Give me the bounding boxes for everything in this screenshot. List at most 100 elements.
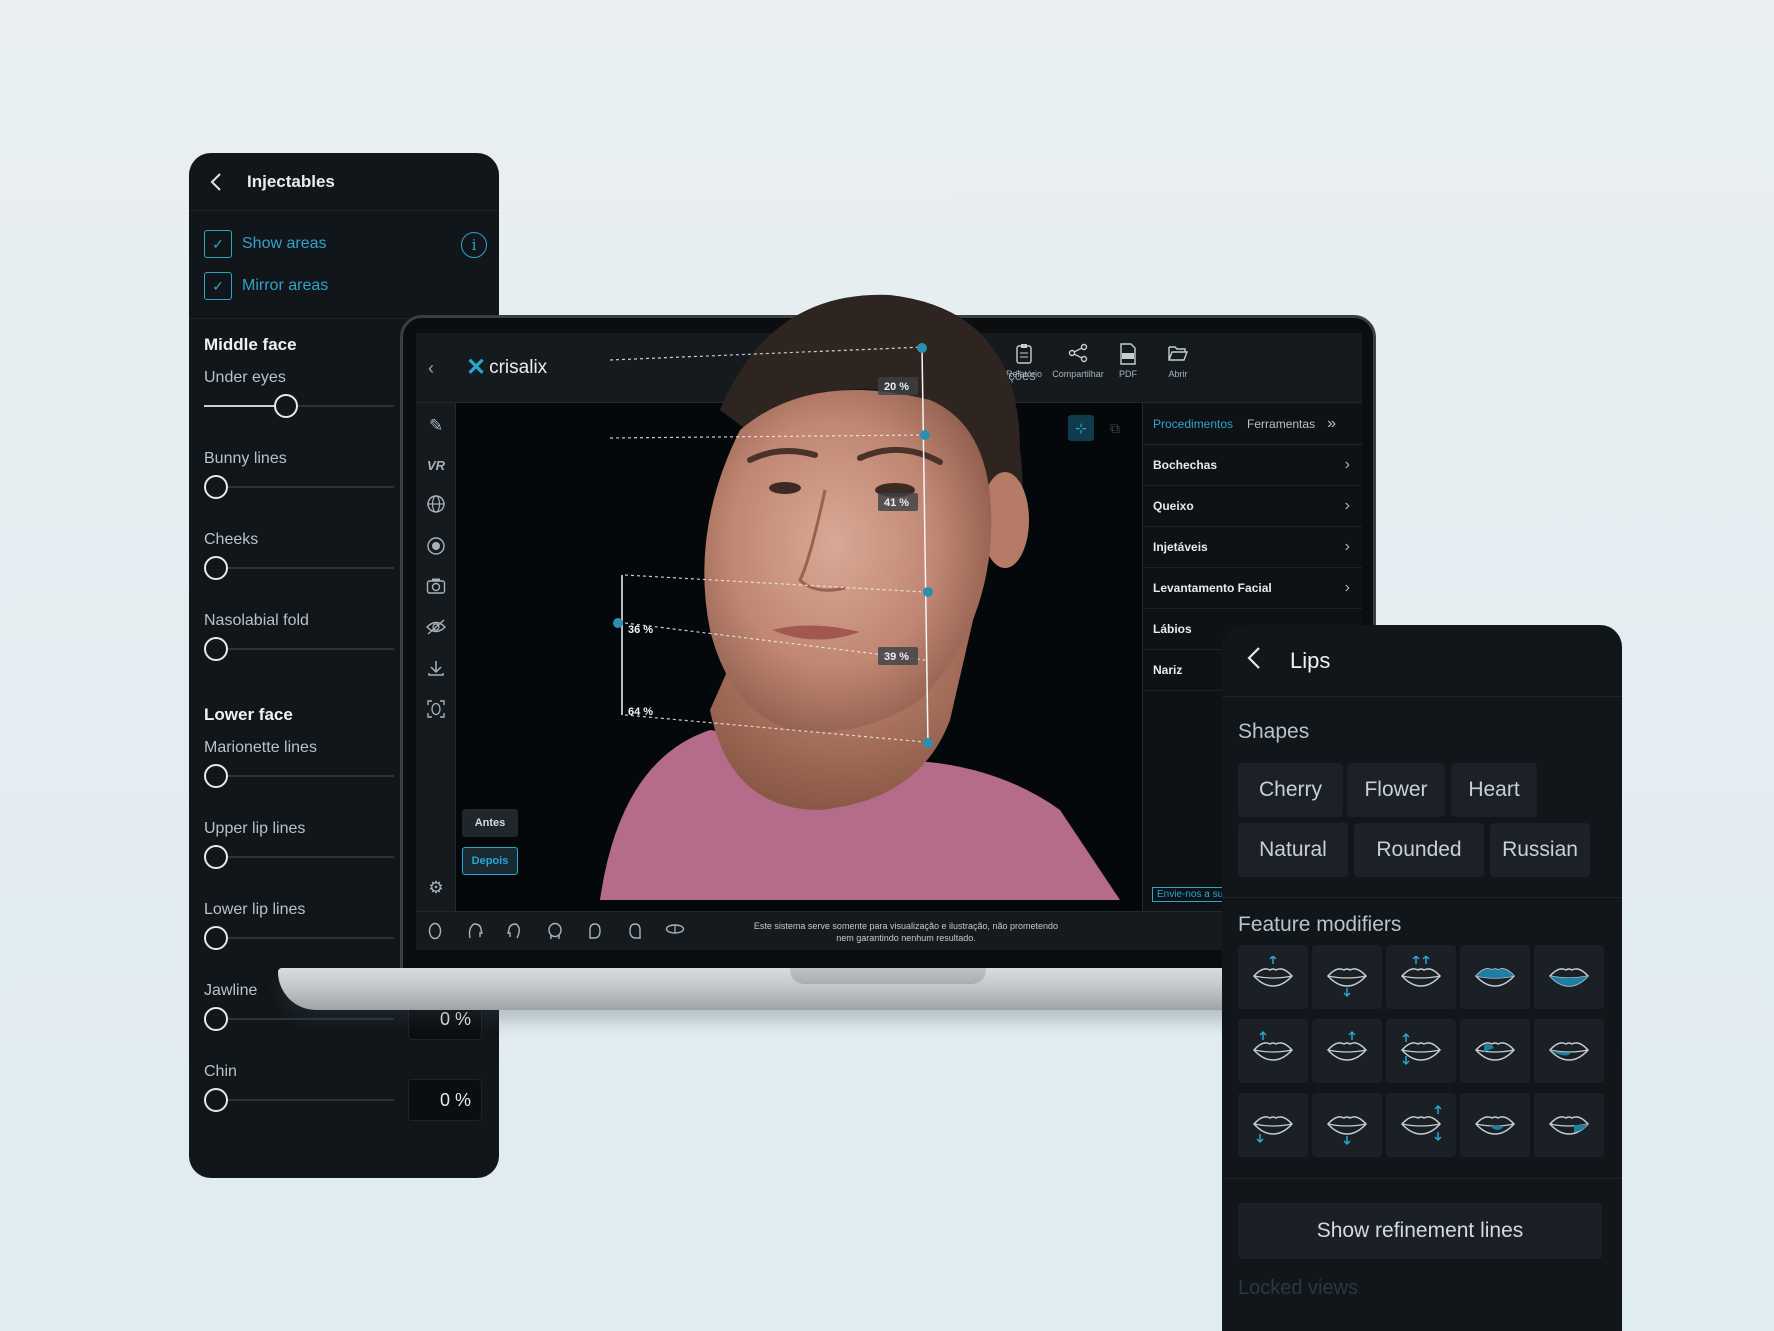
pencil-icon[interactable]: ✎ [425, 415, 447, 437]
show-areas-checkbox[interactable]: ✓ Show areas [204, 230, 327, 258]
left-toolbar: ✎ VR ⚙ [416, 403, 456, 911]
lip-modifier-lower-center-down-button[interactable] [1312, 1093, 1382, 1157]
checkmark-icon: ✓ [204, 272, 232, 300]
locked-views-label: Locked views [1238, 1277, 1359, 1299]
slider-lower-lip-lines[interactable] [204, 926, 394, 950]
slider-thumb[interactable] [204, 926, 228, 950]
lip-modifier-lower-lip-volume-button[interactable] [1534, 945, 1604, 1009]
shape-chip-cherry[interactable]: Cherry [1238, 763, 1343, 817]
laptop-notch [790, 968, 986, 984]
toolbar-analise-button[interactable]: Análise [946, 343, 1002, 379]
lip-modifier-corners-adjust-button[interactable] [1386, 1019, 1456, 1083]
slider-thumb[interactable] [273, 394, 298, 418]
after-button[interactable]: Depois [462, 847, 518, 875]
slider-label-marionette-lines: Marionette lines [204, 739, 317, 756]
lip-modifier-right-corner-adjust-button[interactable] [1386, 1093, 1456, 1157]
duplicate-icon[interactable]: ⧉ [1102, 415, 1128, 441]
3d-viewport[interactable]: ⊹ ⧉ [456, 403, 1142, 911]
compare-icon[interactable]: ⊹ [1068, 415, 1094, 441]
lip-modifier-lower-center-volume-button[interactable] [1460, 1093, 1530, 1157]
info-icon[interactable]: i [461, 232, 487, 258]
download-icon[interactable] [425, 659, 447, 681]
back-chevron-icon[interactable] [209, 170, 233, 194]
injectables-header: Injectables [189, 153, 499, 211]
app-top-bar: ‹ ✕ crisalix ações Análise Relatório Compa… [416, 333, 1362, 403]
lip-modifier-upper-lip-peaks-up-button[interactable] [1386, 945, 1456, 1009]
lip-modifier-left-corner-down-button[interactable] [1238, 1093, 1308, 1157]
menu-item-injetaveis[interactable]: Injetáveis › [1143, 527, 1362, 568]
lip-modifier-left-corner-up-button[interactable] [1238, 1019, 1308, 1083]
lip-modifier-lower-right-volume-button[interactable] [1534, 1093, 1604, 1157]
shape-chip-flower[interactable]: Flower [1347, 763, 1445, 817]
slider-nasolabial-fold[interactable] [204, 637, 394, 661]
laptop-screen: ‹ ✕ crisalix ações Análise Relatório Compa… [416, 333, 1362, 950]
back-chevron-icon[interactable] [1246, 646, 1270, 676]
slider-marionette-lines[interactable] [204, 764, 394, 788]
slider-jawline[interactable] [204, 1007, 394, 1031]
slider-under-eyes[interactable] [204, 394, 394, 418]
slider-thumb[interactable] [204, 1088, 228, 1112]
clipboard-icon [996, 343, 1052, 369]
globe-icon[interactable] [425, 494, 447, 516]
menu-item-label: Bochechas [1153, 458, 1218, 472]
toolbar-compartilhar-button[interactable]: Compartilhar [1050, 343, 1106, 379]
settings-gear-icon[interactable]: ⚙ [425, 877, 447, 899]
eye-off-icon[interactable] [425, 618, 447, 640]
shape-chip-rounded[interactable]: Rounded [1354, 823, 1484, 877]
show-refinement-lines-button[interactable]: Show refinement lines [1238, 1203, 1602, 1259]
slider-thumb[interactable] [204, 637, 228, 661]
slider-thumb[interactable] [204, 556, 228, 580]
back-icon[interactable]: ‹ [428, 358, 434, 379]
target-icon[interactable] [425, 536, 447, 558]
toolbar-label: Relatório [1005, 369, 1043, 379]
slider-cheeks[interactable] [204, 556, 394, 580]
lip-modifier-upper-lip-up-button[interactable] [1238, 945, 1308, 1009]
envie-link[interactable]: Envie-nos a su [1152, 887, 1229, 902]
chevron-right-icon: › [1344, 456, 1350, 473]
slider-bunny-lines[interactable] [204, 475, 394, 499]
percent-field-chin[interactable]: 0 % [408, 1079, 482, 1121]
checkmark-icon: ✓ [204, 230, 232, 258]
double-chevron-right-icon[interactable]: » [1327, 415, 1336, 433]
slider-thumb[interactable] [204, 845, 228, 869]
head-profile-icon[interactable] [504, 922, 526, 942]
vr-icon[interactable]: VR [425, 455, 447, 477]
menu-item-bochechas[interactable]: Bochechas › [1143, 445, 1362, 486]
head-left-icon[interactable] [584, 922, 606, 942]
lips-panel: Lips Shapes Feature modifiers Show refin… [1222, 625, 1622, 1331]
head-three-quarter-icon[interactable] [464, 922, 486, 942]
slider-thumb[interactable] [204, 1007, 228, 1031]
tab-procedures[interactable]: Procedimentos [1153, 417, 1233, 431]
toolbar-relatorio-button[interactable]: Relatório [996, 343, 1052, 379]
lip-modifier-lower-lip-down-button[interactable] [1312, 945, 1382, 1009]
slider-chin[interactable] [204, 1088, 394, 1112]
shape-chip-natural[interactable]: Natural [1238, 823, 1348, 877]
shape-chip-russian[interactable]: Russian [1490, 823, 1590, 877]
slider-thumb[interactable] [204, 475, 228, 499]
face-scan-icon[interactable] [425, 699, 447, 721]
shape-chip-heart[interactable]: Heart [1451, 763, 1537, 817]
slider-upper-lip-lines[interactable] [204, 845, 394, 869]
head-front-icon[interactable] [424, 922, 446, 942]
slider-thumb[interactable] [204, 764, 228, 788]
lips-icon [1326, 1116, 1368, 1146]
head-top-icon[interactable] [664, 922, 686, 942]
mirror-areas-checkbox[interactable]: ✓ Mirror areas [204, 272, 328, 300]
before-button[interactable]: Antes [462, 809, 518, 837]
head-right-icon[interactable] [624, 922, 646, 942]
menu-item-levantamento-facial[interactable]: Levantamento Facial › [1143, 568, 1362, 609]
lip-modifier-right-corner-up-button[interactable] [1312, 1019, 1382, 1083]
lip-modifier-philtrum-volume-button[interactable] [1460, 1019, 1530, 1083]
slider-label-bunny-lines: Bunny lines [204, 450, 287, 467]
lip-modifier-lower-lip-left-volume-button[interactable] [1534, 1019, 1604, 1083]
lips-icon [1548, 1042, 1590, 1061]
toolbar-abrir-button[interactable]: Abrir [1150, 343, 1206, 379]
head-back-icon[interactable] [544, 922, 566, 942]
menu-item-queixo[interactable]: Queixo › [1143, 486, 1362, 527]
camera-icon[interactable] [425, 577, 447, 599]
lip-modifier-upper-lip-volume-button[interactable] [1460, 945, 1530, 1009]
share-icon [1050, 343, 1106, 369]
toolbar-pdf-button[interactable]: PDF [1100, 343, 1156, 379]
lips-icon [1474, 1042, 1516, 1061]
tab-tools[interactable]: Ferramentas [1247, 417, 1315, 431]
